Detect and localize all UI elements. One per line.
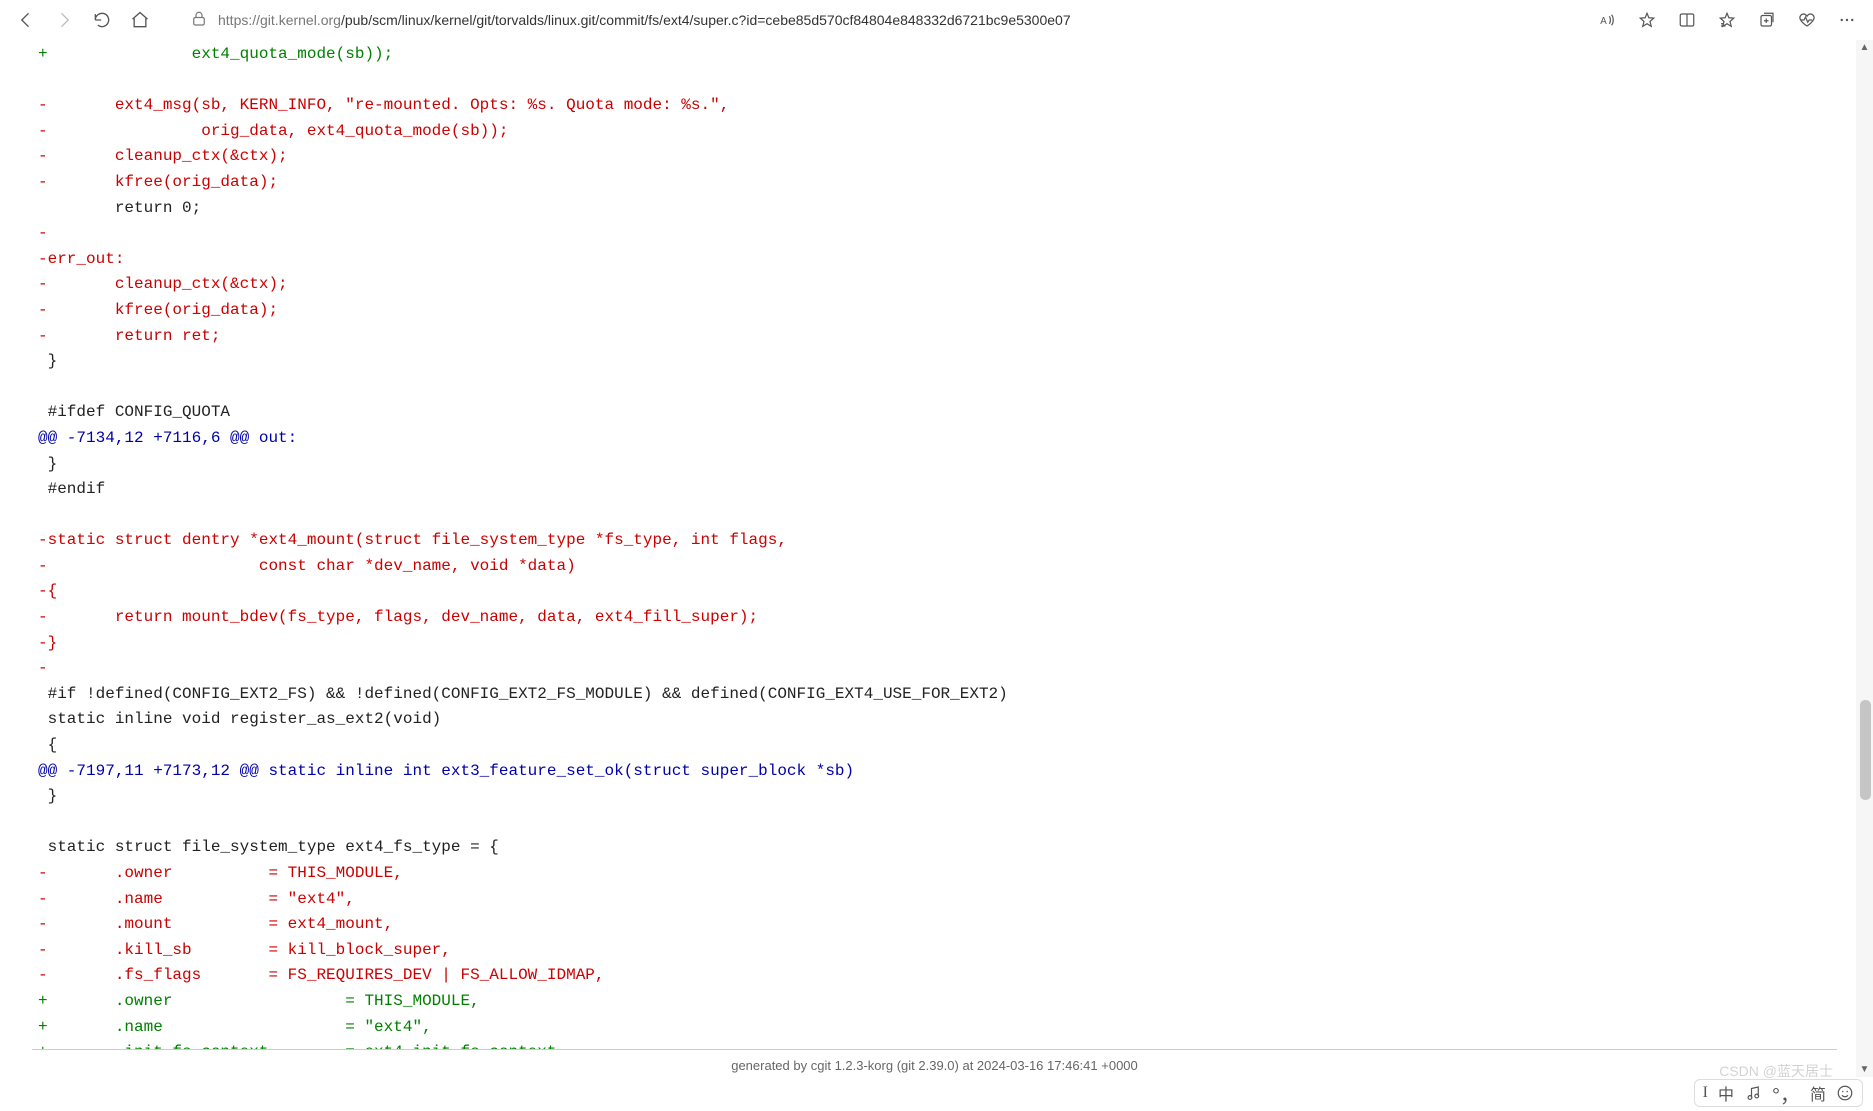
diff-line: static inline void register_as_ext2(void… [38, 710, 441, 728]
diff-view[interactable]: + ext4_quota_mode(sb)); - ext4_msg(sb, K… [16, 40, 1855, 1077]
diff-line: + ext4_quota_mode(sb)); [38, 45, 393, 63]
read-aloud-icon: A [1598, 11, 1616, 29]
diff-line: - kfree(orig_data); [38, 173, 278, 191]
diff-line: - return mount_bdev(fs_type, flags, dev_… [38, 608, 758, 626]
watermark: CSDN @蓝天居士 [1719, 1061, 1833, 1081]
diff-line: -{ [38, 582, 57, 600]
ellipsis-icon [1838, 11, 1856, 29]
diff-line: } [38, 455, 57, 473]
ime-cursor-icon[interactable]: I [1703, 1084, 1708, 1102]
refresh-button[interactable] [84, 4, 120, 36]
ime-punct-icon[interactable]: °， [1772, 1079, 1800, 1108]
svg-text:A: A [1600, 16, 1607, 27]
url-text: https://git.kernel.org/pub/scm/linux/ker… [218, 12, 1071, 28]
diff-line: { [38, 736, 57, 754]
more-button[interactable] [1829, 4, 1865, 36]
diff-line [38, 71, 48, 89]
diff-line: - [38, 659, 48, 677]
diff-line: static struct file_system_type ext4_fs_t… [38, 838, 499, 856]
diff-line [38, 506, 48, 524]
diff-line: - [38, 224, 48, 242]
favorites-list-button[interactable] [1709, 4, 1745, 36]
back-button[interactable] [8, 4, 44, 36]
footer-text: generated by cgit 1.2.3-korg (git 2.39.0… [731, 1058, 1138, 1073]
vertical-scrollbar[interactable]: ▲ ▼ [1856, 40, 1873, 1077]
diff-line: @@ -7197,11 +7173,12 @@ static inline in… [38, 762, 854, 780]
ime-toolbar: I 中 °， 简 [1694, 1079, 1863, 1107]
address-bar[interactable]: https://git.kernel.org/pub/scm/linux/ker… [178, 4, 1577, 36]
home-button[interactable] [122, 4, 158, 36]
refresh-icon [92, 10, 112, 30]
favorites-list-icon [1718, 11, 1736, 29]
browser-right-controls: A [1589, 4, 1865, 36]
diff-line: @@ -7134,12 +7116,6 @@ out: [38, 429, 297, 447]
diff-line: -static struct dentry *ext4_mount(struct… [38, 531, 787, 549]
browser-top-bar: https://git.kernel.org/pub/scm/linux/ker… [0, 0, 1873, 40]
diff-line: #endif [38, 480, 105, 498]
ime-lang-chinese[interactable]: 中 [1718, 1081, 1734, 1105]
diff-line: - cleanup_ctx(&ctx); [38, 147, 288, 165]
diff-line: } [38, 787, 57, 805]
diff-line: #ifdef CONFIG_QUOTA [38, 403, 230, 421]
diff-line: + .owner = THIS_MODULE, [38, 992, 480, 1010]
diff-line: #if !defined(CONFIG_EXT2_FS) && !defined… [38, 685, 1008, 703]
diff-line: - cleanup_ctx(&ctx); [38, 275, 288, 293]
content-area: + ext4_quota_mode(sb)); - ext4_msg(sb, K… [16, 40, 1855, 1077]
scroll-up-icon[interactable]: ▲ [1856, 42, 1873, 53]
diff-line: - .owner = THIS_MODULE, [38, 864, 403, 882]
wellness-button[interactable] [1789, 4, 1825, 36]
ime-music-icon[interactable] [1744, 1084, 1762, 1102]
diff-line: - .kill_sb = kill_block_super, [38, 941, 451, 959]
scroll-down-icon[interactable]: ▼ [1856, 1064, 1873, 1075]
cgit-footer: generated by cgit 1.2.3-korg (git 2.39.0… [32, 1049, 1837, 1077]
diff-line [38, 813, 48, 831]
diff-line: + .name = "ext4", [38, 1018, 432, 1036]
heart-pulse-icon [1798, 11, 1816, 29]
diff-line: -err_out: [38, 250, 124, 268]
diff-line: - .fs_flags = FS_REQUIRES_DEV | FS_ALLOW… [38, 966, 605, 984]
diff-line: } [38, 352, 57, 370]
lock-icon [190, 10, 208, 31]
diff-line: - const char *dev_name, void *data) [38, 557, 576, 575]
arrow-left-icon [16, 10, 36, 30]
diff-line [38, 378, 48, 396]
diff-line: - orig_data, ext4_quota_mode(sb)); [38, 122, 508, 140]
diff-line: - kfree(orig_data); [38, 301, 278, 319]
diff-line: -} [38, 634, 57, 652]
read-aloud-button[interactable]: A [1589, 4, 1625, 36]
scrollbar-thumb[interactable] [1860, 700, 1871, 800]
diff-line: - return ret; [38, 327, 220, 345]
split-screen-button[interactable] [1669, 4, 1705, 36]
arrow-right-icon [54, 10, 74, 30]
collections-icon [1758, 11, 1776, 29]
favorite-button[interactable] [1629, 4, 1665, 36]
page-viewport: + ext4_quota_mode(sb)); - ext4_msg(sb, K… [0, 40, 1873, 1077]
split-screen-icon [1678, 11, 1696, 29]
ime-script-simplified[interactable]: 简 [1810, 1081, 1826, 1105]
collections-button[interactable] [1749, 4, 1785, 36]
diff-line: - .mount = ext4_mount, [38, 915, 393, 933]
forward-button[interactable] [46, 4, 82, 36]
diff-line: - ext4_msg(sb, KERN_INFO, "re-mounted. O… [38, 96, 729, 114]
diff-line: return 0; [38, 199, 201, 217]
ime-emoji-icon[interactable] [1836, 1084, 1854, 1102]
home-icon [130, 10, 150, 30]
star-icon [1638, 11, 1656, 29]
diff-line: - .name = "ext4", [38, 890, 355, 908]
